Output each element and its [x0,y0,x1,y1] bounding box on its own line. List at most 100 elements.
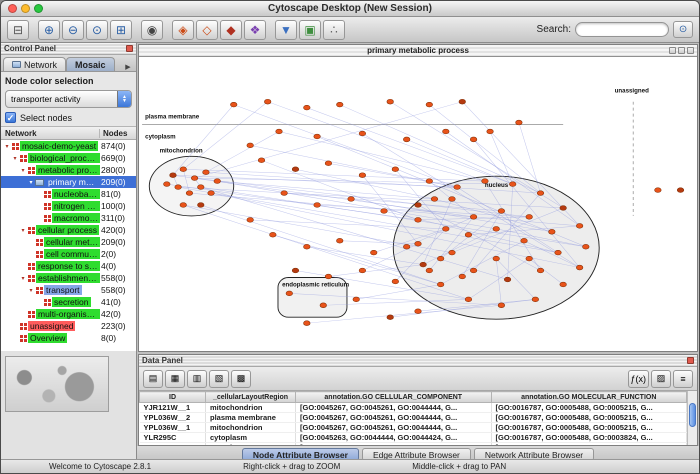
network-node[interactable] [576,223,583,228]
tree-row[interactable]: ▾biological_process669(0) [1,152,136,164]
network-node[interactable] [403,137,410,142]
network-edge[interactable] [328,163,457,187]
network-node[interactable] [359,173,366,178]
network-node[interactable] [532,297,539,302]
tree-row[interactable]: nitrogen compo...100(0) [1,200,136,212]
window-titlebar[interactable]: Cytoscape Desktop (New Session) [1,1,699,17]
network-node[interactable] [560,282,567,287]
network-node[interactable] [314,203,321,208]
tree-row[interactable]: ▾establishment of l...558(0) [1,272,136,284]
network-node[interactable] [186,191,193,196]
network-edge[interactable] [407,139,513,184]
network-node[interactable] [443,129,450,134]
network-node[interactable] [381,209,388,214]
expand-arrow-icon[interactable]: ▾ [3,143,11,150]
table-row[interactable]: YKR052Ccytoplasm[GO:0044444, GO:0044424,… [140,443,687,446]
table-cell[interactable]: YKR052C [140,443,206,446]
network-node[interactable] [470,268,477,273]
network-node[interactable] [549,229,556,234]
filter-button[interactable]: ▼ [275,20,297,40]
network-node[interactable] [454,185,461,190]
network-node[interactable] [493,256,500,261]
layout-button[interactable]: ∴ [323,20,345,40]
network-edge[interactable] [195,102,463,178]
network-node[interactable] [325,161,332,166]
trash-button[interactable]: ▩ [231,370,251,388]
network-edge[interactable] [234,105,457,187]
network-node[interactable] [164,182,171,187]
table-cell[interactable]: [GO:0045263, GO:0044444, GO:0044424, G..… [296,433,492,443]
network-node[interactable] [276,129,283,134]
tree-row[interactable]: ▾transport558(0) [1,284,136,296]
expand-arrow-icon[interactable]: ▾ [19,167,27,174]
network-node[interactable] [443,226,450,231]
data-panel-close-icon[interactable] [687,357,694,364]
expand-arrow-icon[interactable]: ▾ [11,155,19,162]
minimize-button[interactable] [21,4,30,13]
network-node[interactable] [415,218,422,223]
network-edge[interactable] [206,131,279,172]
search-input[interactable] [575,22,669,37]
network-node[interactable] [449,197,456,202]
network-node[interactable] [270,232,277,237]
table-cell[interactable]: [GO:0016787, GO:0005488, GO:0005215, G..… [491,423,687,433]
network-node[interactable] [493,226,500,231]
network-node[interactable] [437,256,444,261]
table-cell[interactable]: [GO:0016787, GO:0005488, GO:0003824, G..… [491,433,687,443]
network-node[interactable] [180,203,187,208]
network-node[interactable] [304,321,311,326]
network-node[interactable] [537,268,544,273]
network-node[interactable] [521,238,528,243]
network-node[interactable] [336,102,343,107]
table-cell[interactable]: [GO:0045267, GO:0045261, GO:0044444, G..… [296,423,492,433]
zoom-button[interactable] [34,4,43,13]
plugin-manager-button[interactable]: ▣ [299,20,321,40]
tab-mosaic[interactable]: Mosaic [66,57,115,71]
snapshot-button[interactable]: ◉ [141,20,163,40]
tree-row[interactable]: nucleobase...81(0) [1,188,136,200]
network-node[interactable] [465,232,472,237]
nodes-column-header[interactable]: Nodes [100,129,136,138]
network-node[interactable] [387,315,394,320]
network-canvas[interactable]: plasma membranecytoplasmmitochondrionnuc… [139,57,697,351]
network-node[interactable] [426,102,433,107]
network-node[interactable] [509,182,516,187]
attribute-options-button[interactable]: ≡ [673,370,693,388]
table-cell[interactable]: cytoplasm [206,433,296,443]
network-node[interactable] [655,188,662,193]
select-nodes-checkbox[interactable]: ✓ [5,112,16,123]
table-cell[interactable]: [GO:0044444, GO:0044424, GO:0044446, ... [296,443,492,446]
network-node[interactable] [415,203,422,208]
table-row[interactable]: YPL036W__1mitochondrion[GO:0045267, GO:0… [140,423,687,433]
network-node[interactable] [426,179,433,184]
network-node[interactable] [281,191,288,196]
table-cell[interactable]: mitochondrion [206,423,296,433]
network-node[interactable] [437,282,444,287]
network-node[interactable] [304,105,311,110]
network-node[interactable] [292,167,299,172]
table-cell[interactable]: plasma membrane [206,413,296,423]
table-row[interactable]: YPL036W__2plasma membrane[GO:0045267, GO… [140,413,687,423]
network-node[interactable] [392,167,399,172]
network-node[interactable] [258,158,265,163]
column-header[interactable]: annotation.GO MOLECULAR_FUNCTION [491,392,687,403]
network-node[interactable] [264,99,271,104]
network-node[interactable] [170,173,177,178]
network-node[interactable] [504,277,511,282]
attribute-select-button[interactable]: ▤ [143,370,163,388]
network-node[interactable] [470,215,477,220]
tree-row[interactable]: ▾metabolic process280(0) [1,164,136,176]
network-column-header[interactable]: Network [1,129,100,138]
network-node[interactable] [197,185,204,190]
network-node[interactable] [392,279,399,284]
network-node[interactable] [555,250,562,255]
network-edge[interactable] [340,105,541,193]
table-scrollbar[interactable] [687,391,697,445]
function-builder-button[interactable]: ƒ(x) [628,370,650,388]
network-node[interactable] [560,206,567,211]
column-header[interactable]: _cellularLayoutRegion [206,392,296,403]
attribute-import-button[interactable]: ▧ [209,370,229,388]
tree-row[interactable]: Overview8(0) [1,332,136,344]
tree-row[interactable]: macromolecul...311(0) [1,212,136,224]
network-node[interactable] [526,215,533,220]
